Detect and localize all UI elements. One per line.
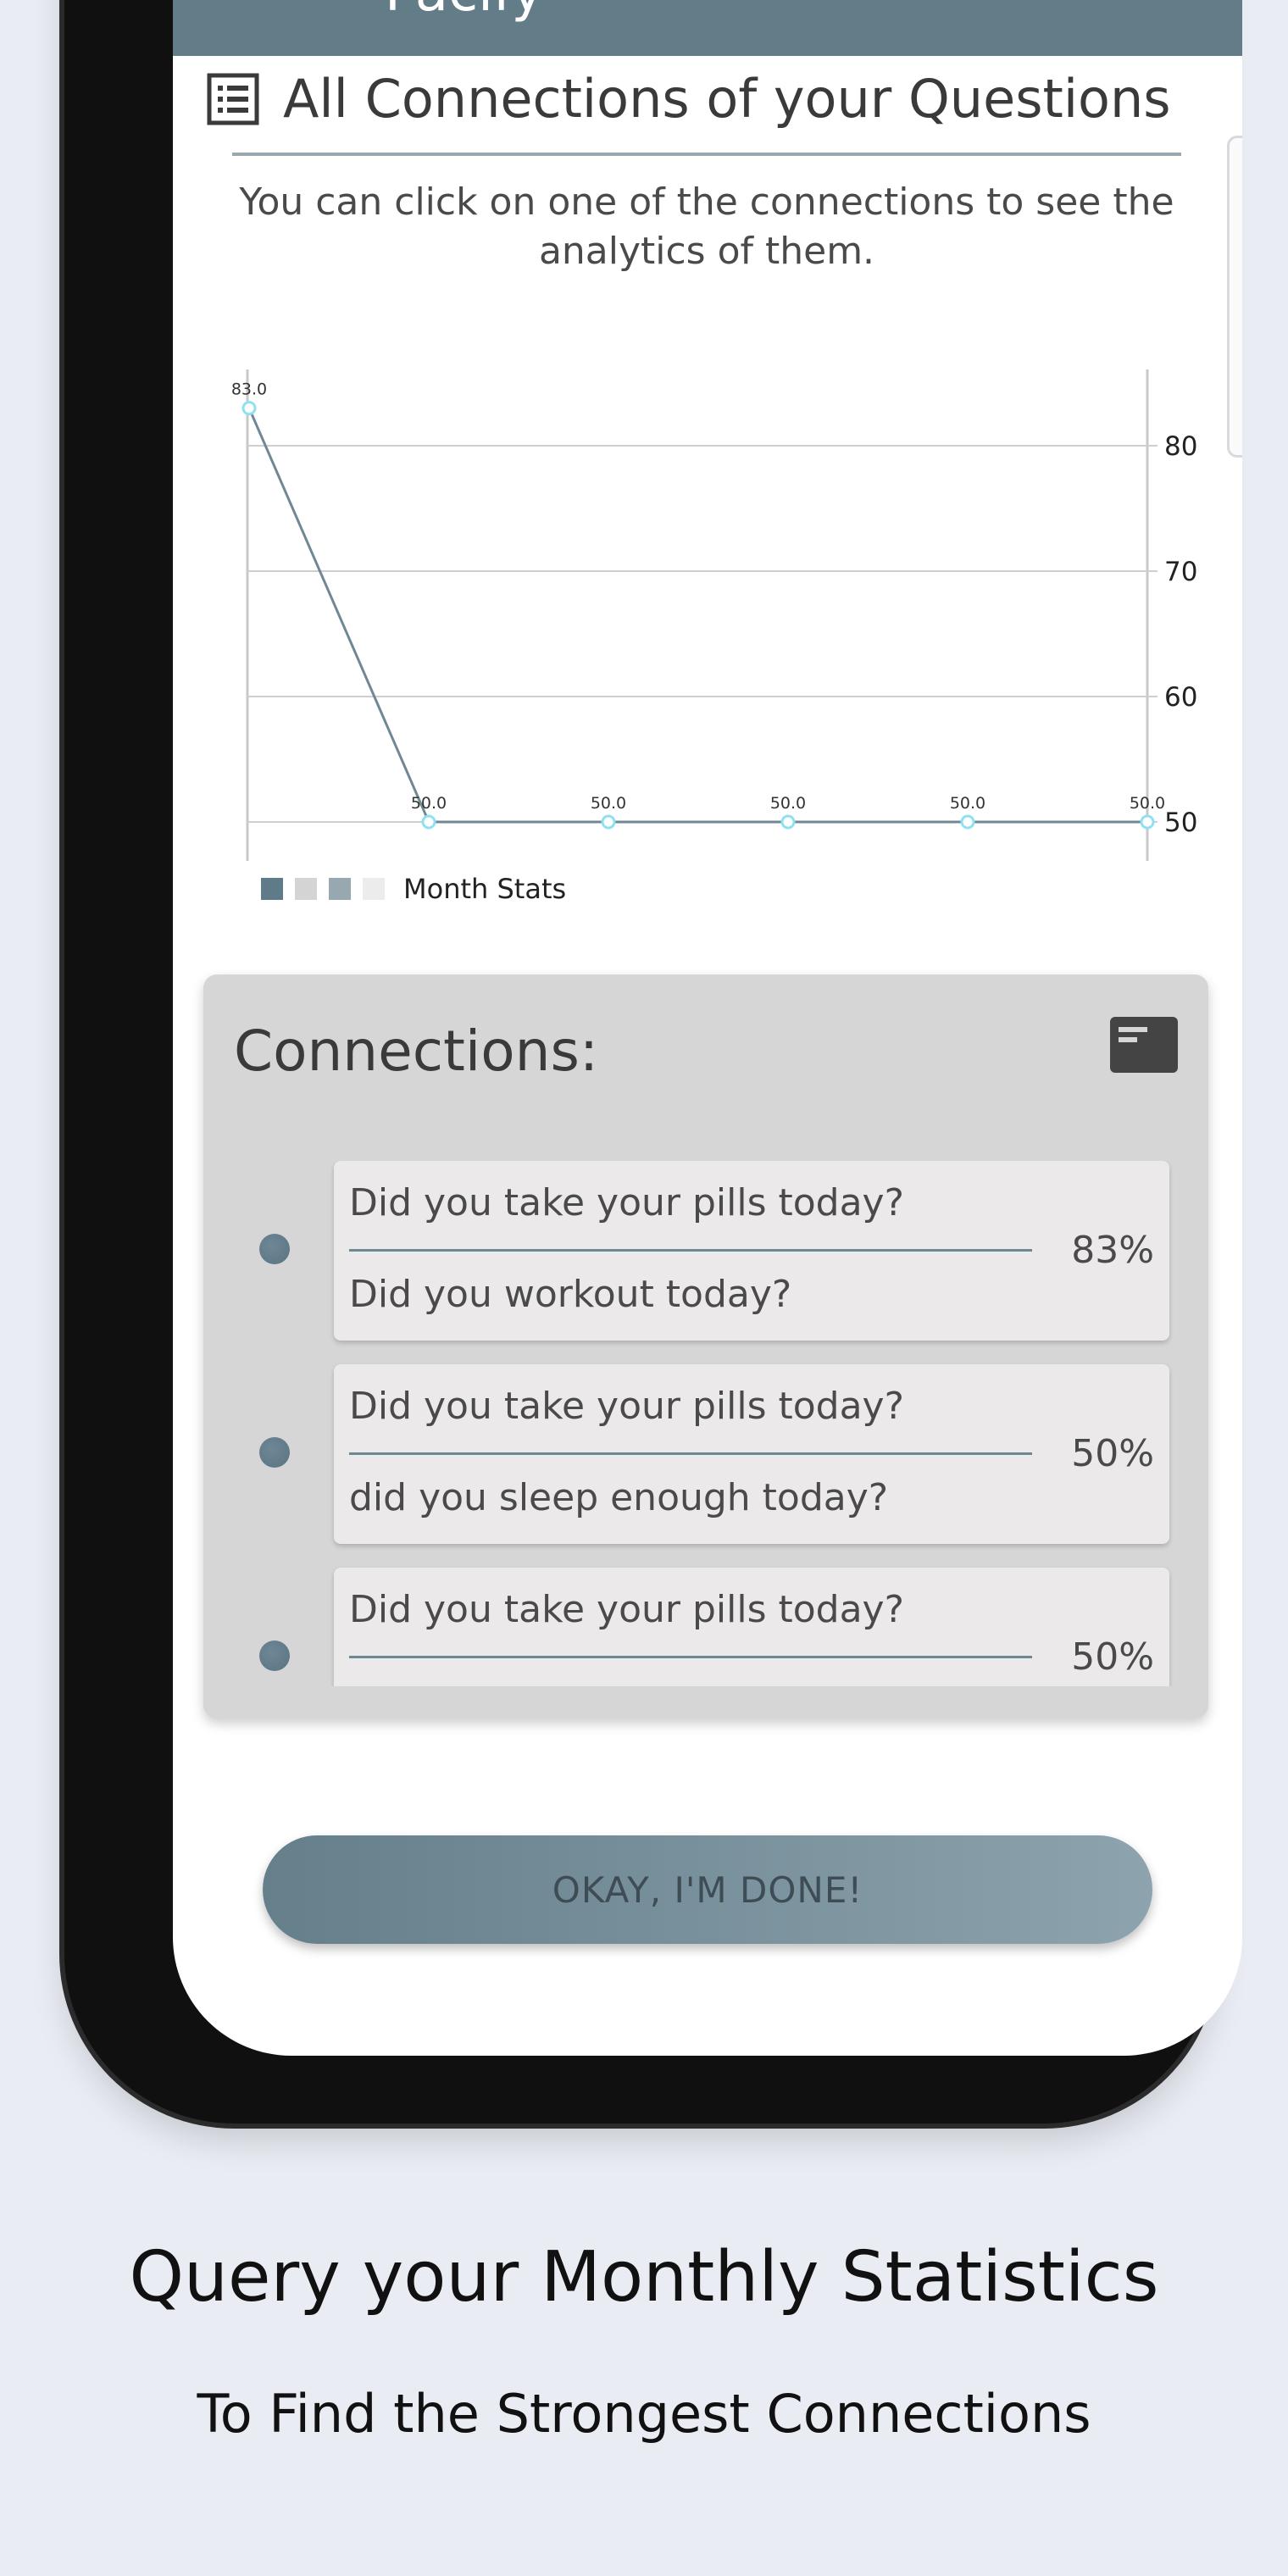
- legend-swatch: [261, 878, 283, 900]
- data-label: 50.0: [1130, 794, 1165, 813]
- connection-percent: 50%: [1071, 1432, 1154, 1475]
- connection-box[interactable]: Did you take your pills today? 50%: [334, 1568, 1169, 1686]
- legend-swatch: [329, 878, 351, 900]
- question-one: Did you take your pills today?: [349, 1181, 904, 1224]
- done-button[interactable]: OKAY, I'M DONE!: [263, 1835, 1152, 1944]
- y-tick-label: 50: [1164, 808, 1197, 838]
- data-point: [242, 401, 257, 416]
- data-point: [780, 814, 796, 830]
- line-chart[interactable]: 80 70 60 50 83.0 50.0 50.0 50.0 50.0 50.0: [173, 356, 1242, 881]
- card-icon[interactable]: [1110, 1017, 1178, 1073]
- series-line: [247, 408, 1147, 824]
- data-label: 50.0: [591, 794, 626, 813]
- question-divider: [349, 1656, 1032, 1658]
- connection-item[interactable]: Did you take your pills today? did you s…: [203, 1364, 1208, 1544]
- connection-box[interactable]: Did you take your pills today? did you s…: [334, 1364, 1169, 1544]
- bullet-dot: [259, 1234, 290, 1264]
- question-one: Did you take your pills today?: [349, 1385, 904, 1428]
- connection-percent: 83%: [1071, 1229, 1154, 1272]
- page-title: All Connections of your Questions: [283, 68, 1171, 130]
- data-point: [960, 814, 975, 830]
- connection-item[interactable]: Did you take your pills today? Did you w…: [203, 1161, 1208, 1341]
- data-point: [421, 814, 436, 830]
- section-header: All Connections of your Questions: [207, 68, 1171, 130]
- y-tick-label: 70: [1164, 557, 1197, 587]
- caption-subline: To Find the Strongest Connections: [197, 2383, 1091, 2445]
- question-divider: [349, 1249, 1032, 1252]
- data-label: 50.0: [950, 794, 985, 813]
- app-screen: Pacify All Connections of your Questions…: [173, 0, 1242, 2056]
- connection-percent: 50%: [1071, 1635, 1154, 1679]
- caption-headline: Query your Monthly Statistics: [129, 2237, 1159, 2318]
- app-title: Pacify: [385, 0, 543, 24]
- data-point: [601, 814, 616, 830]
- connection-item[interactable]: Did you take your pills today? 50%: [203, 1568, 1208, 1686]
- app-bar: Pacify: [173, 0, 1242, 56]
- list-icon: [207, 73, 259, 125]
- connections-card: Connections: Did you take your pills tod…: [203, 974, 1208, 1718]
- connections-list[interactable]: Did you take your pills today? Did you w…: [203, 1161, 1208, 1686]
- question-divider: [349, 1452, 1032, 1455]
- question-one: Did you take your pills today?: [349, 1588, 904, 1631]
- data-label: 83.0: [231, 380, 267, 399]
- connection-box[interactable]: Did you take your pills today? Did you w…: [334, 1161, 1169, 1341]
- data-label: 50.0: [411, 794, 447, 813]
- page-subtitle: You can click on one of the connections …: [239, 180, 1174, 273]
- question-two: did you sleep enough today?: [349, 1476, 889, 1519]
- data-label: 50.0: [770, 794, 806, 813]
- chart-legend[interactable]: Month Stats: [261, 873, 566, 905]
- y-tick-label: 60: [1164, 682, 1197, 713]
- y-tick-label: 80: [1164, 431, 1197, 462]
- bullet-dot: [259, 1437, 290, 1468]
- legend-swatch: [363, 878, 385, 900]
- bullet-dot: [259, 1641, 290, 1671]
- question-two: Did you workout today?: [349, 1273, 792, 1316]
- phone-frame: Pacify All Connections of your Questions…: [64, 0, 1242, 2124]
- connections-title: Connections:: [234, 1019, 599, 1084]
- legend-label: Month Stats: [403, 873, 567, 905]
- data-point: [1140, 814, 1155, 830]
- header-divider: [232, 153, 1181, 156]
- legend-swatch: [295, 878, 317, 900]
